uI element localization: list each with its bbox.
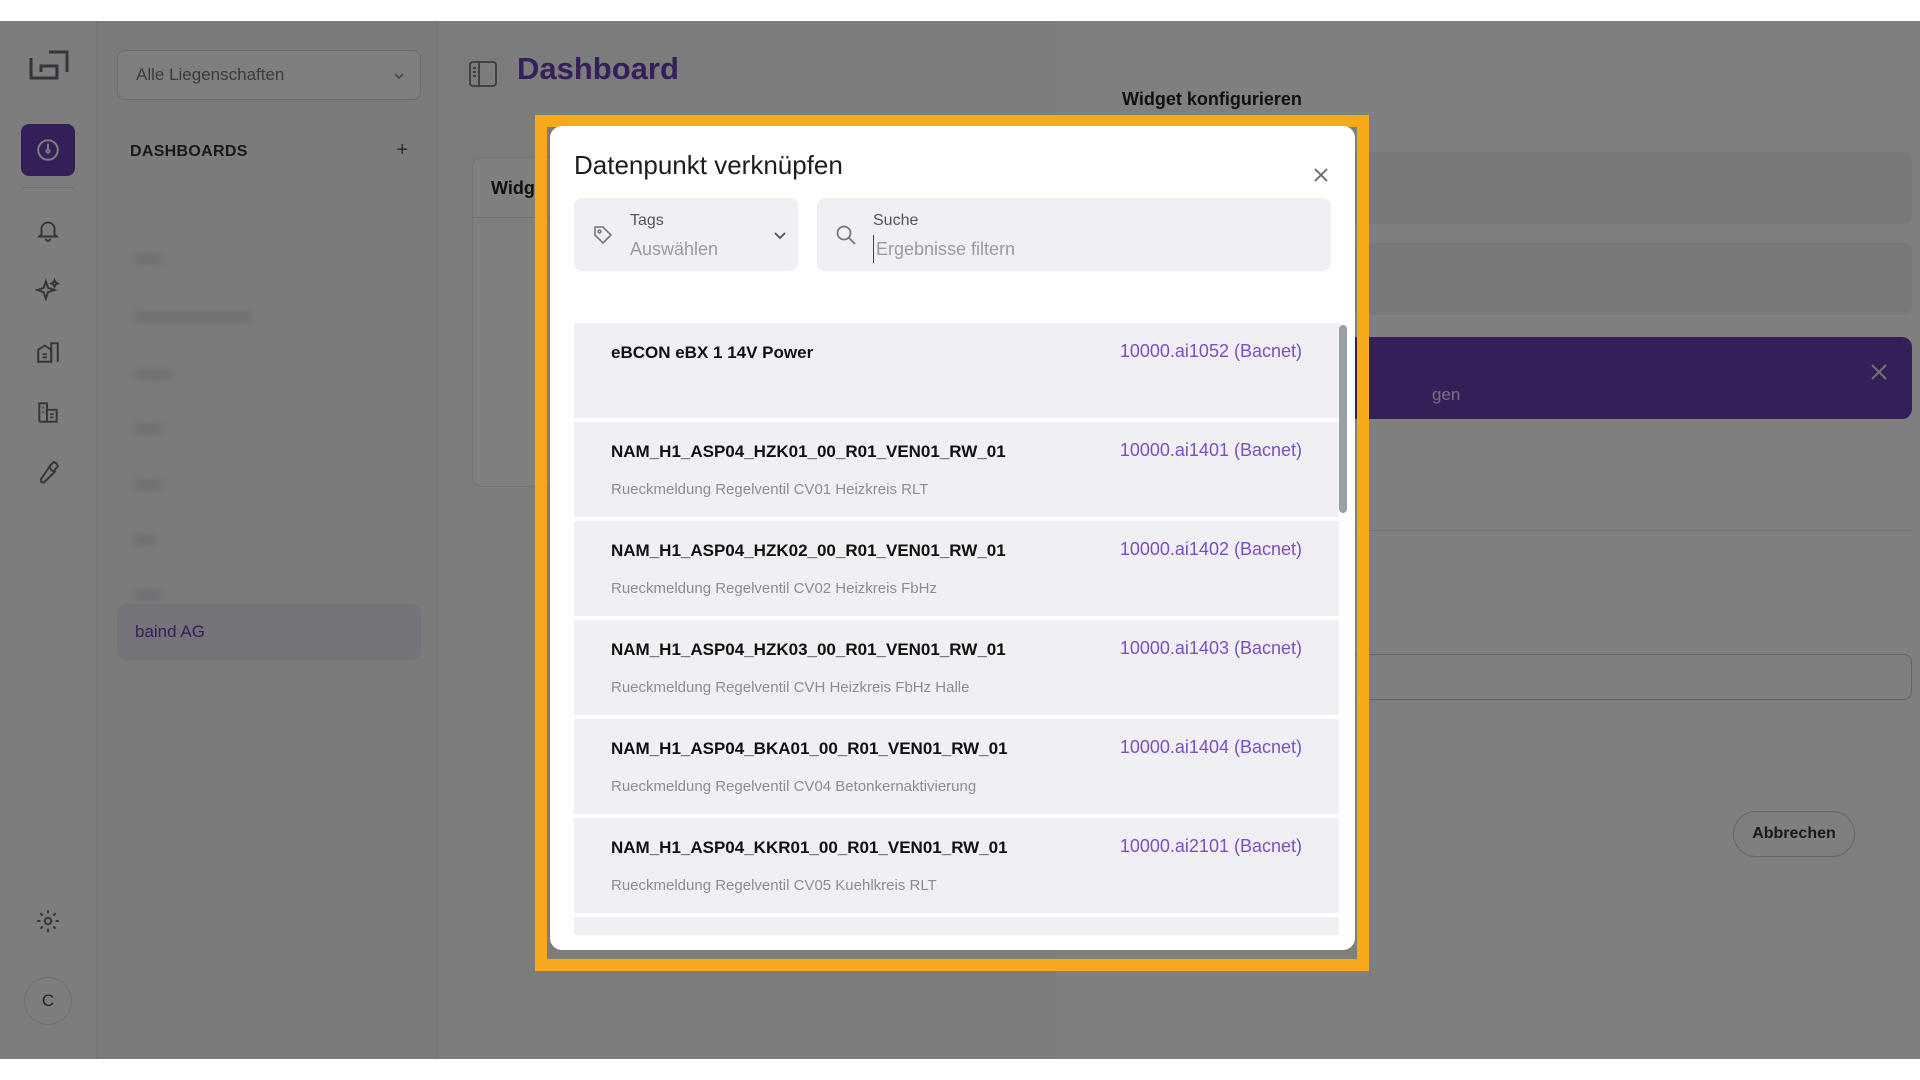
datapoint-address: 10000.ai2101 (Bacnet): [1119, 836, 1302, 856]
datapoint-row[interactable]: NAM_H1_ASP04_HZK03_00_R01_VEN01_RW_01 100…: [574, 620, 1339, 715]
datapoint-name: NAM_H1_ASP04_HZK03_00_R01_VEN01_RW_01: [611, 640, 1006, 659]
scrollbar-track[interactable]: [1339, 323, 1347, 935]
datapoint-name: NAM_H1_ASP04_HZK02_00_R01_VEN01_RW_01: [611, 541, 1006, 560]
datapoint-row[interactable]: NAM_H1_ASP04_KKR01_00_R01_VEN01_RW_01 100…: [574, 818, 1339, 913]
chevron-down-icon: [774, 232, 786, 240]
datapoint-description: Rueckmeldung Regelventil CV05 Kuehlkreis…: [611, 877, 937, 894]
search-icon: [836, 225, 856, 245]
tag-icon: [594, 226, 613, 245]
datapoint-address: 10000.ai1052 (Bacnet): [1119, 341, 1302, 361]
datapoint-list[interactable]: eBCON eBX 1 14V Power 10000.ai1052 (Bacne…: [574, 323, 1347, 935]
tags-select[interactable]: Tags Auswählen: [574, 198, 798, 271]
datapoint-address: 10000.ai1404 (Bacnet): [1119, 737, 1302, 757]
datapoint-row[interactable]: eBCON eBX 1 14V Power 10000.ai1052 (Bacne…: [574, 323, 1339, 418]
datapoint-address: 10000.ai1401 (Bacnet): [1119, 440, 1302, 460]
datapoint-name: eBCON eBX 1 14V Power: [611, 343, 814, 362]
app-window: C Alle Liegenschaften DASHBOARDS + baind…: [0, 21, 1920, 1059]
datapoint-description: Rueckmeldung Regelventil CVH Heizkreis F…: [611, 679, 970, 696]
datapoint-description: Rueckmeldung Regelventil CV04 Betonkerna…: [611, 778, 977, 795]
tags-value: Auswählen: [630, 239, 719, 259]
datapoint-description: Rueckmeldung Regelventil CV02 Heizkreis …: [611, 580, 937, 597]
dialog-title: Datenpunkt verknüpfen: [574, 150, 843, 180]
link-datapoint-dialog: Datenpunkt verknüpfen Tags Auswählen Suc…: [550, 126, 1355, 950]
datapoint-address: 10000.ai1403 (Bacnet): [1119, 638, 1302, 658]
datapoint-name: NAM_H1_ASP04_BKA01_00_R01_VEN01_RW_01: [611, 739, 1008, 758]
search-input[interactable]: [873, 235, 1293, 263]
datapoint-row[interactable]: NAM_H1_ASP04_HZK02_00_R01_VEN01_RW_01 100…: [574, 521, 1339, 616]
datapoint-name: NAM_H1_ASP04_KKR01_00_R01_VEN01_RW_01: [611, 838, 1008, 857]
close-icon[interactable]: [1311, 165, 1331, 185]
datapoint-row[interactable]: NAM_H1_ASP04_HZK01_00_R01_VEN01_RW_01 100…: [574, 422, 1339, 517]
tags-label: Tags: [630, 212, 664, 229]
datapoint-address: 10000.ai1402 (Bacnet): [1119, 539, 1302, 559]
search-field[interactable]: Suche: [817, 198, 1331, 271]
datapoint-row[interactable]: [574, 917, 1339, 935]
datapoint-row[interactable]: NAM_H1_ASP04_BKA01_00_R01_VEN01_RW_01 100…: [574, 719, 1339, 814]
search-label: Suche: [873, 212, 919, 229]
datapoint-name: NAM_H1_ASP04_HZK01_00_R01_VEN01_RW_01: [611, 442, 1006, 461]
datapoint-description: Rueckmeldung Regelventil CV01 Heizkreis …: [611, 481, 929, 498]
scrollbar-thumb[interactable]: [1339, 325, 1347, 513]
